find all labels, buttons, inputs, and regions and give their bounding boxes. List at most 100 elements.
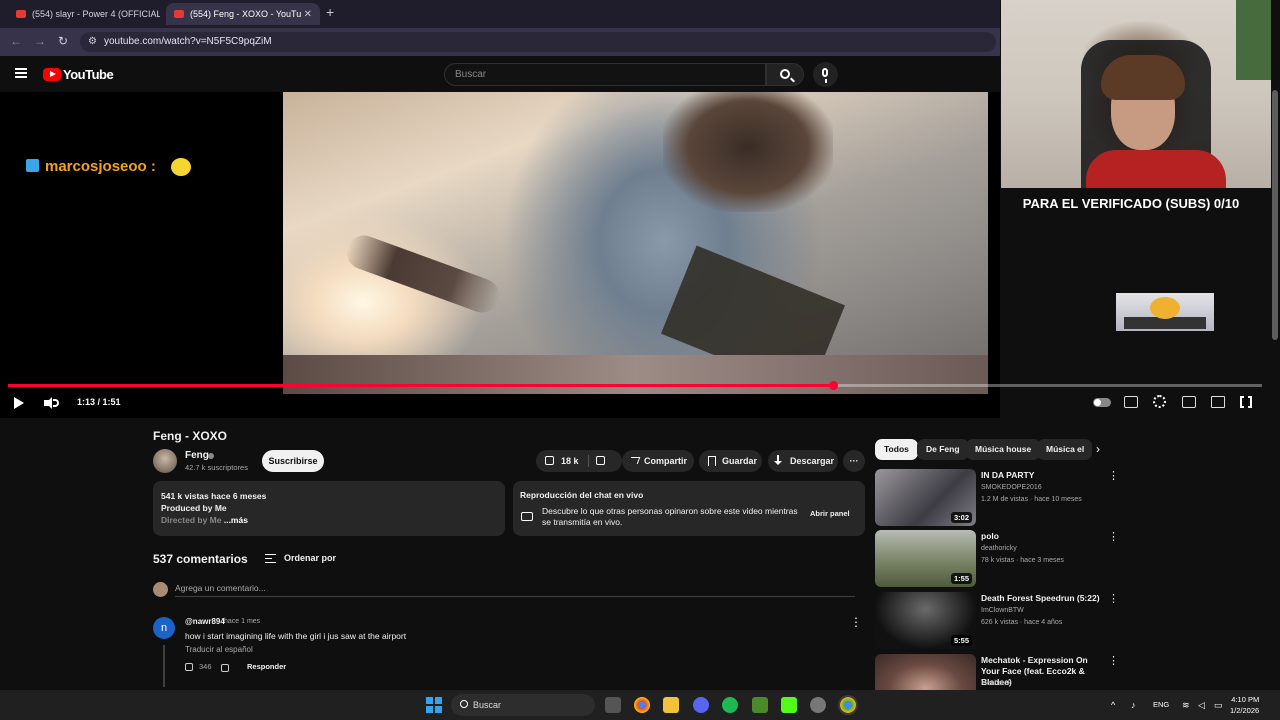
recommended-video[interactable]: 5:55 Death Forest Speedrun (5:22) ImClow…: [875, 592, 1119, 650]
save-button[interactable]: Guardar: [699, 450, 762, 472]
chevron-right-icon[interactable]: ›: [1096, 442, 1100, 456]
recommended-video[interactable]: Mechatok - Expression On Your Face (feat…: [875, 654, 1115, 690]
video-thumbnail[interactable]: 5:55: [875, 592, 976, 649]
minecraft-icon[interactable]: [752, 697, 768, 713]
new-tab-button[interactable]: +: [326, 4, 334, 20]
menu-icon[interactable]: [15, 68, 27, 78]
like-dislike-group[interactable]: 18 k: [536, 450, 622, 472]
taskbar-search[interactable]: Buscar: [451, 694, 595, 716]
video-menu-icon[interactable]: ⋮: [1108, 469, 1119, 482]
autoplay-toggle[interactable]: [1093, 398, 1111, 407]
language-indicator[interactable]: ENG: [1153, 700, 1169, 709]
clock[interactable]: 4:10 PM 1/2/2026: [1230, 694, 1259, 716]
recommended-video[interactable]: 3:02 IN DA PARTY SMOKEDOPE2016 1.2 M de …: [875, 469, 1119, 527]
wifi-icon[interactable]: ≋: [1182, 700, 1190, 711]
save-label: Guardar: [722, 456, 758, 466]
description-box[interactable]: 541 k vistas hace 6 meses Produced by Me…: [153, 481, 505, 536]
theater-mode-icon[interactable]: [1182, 396, 1196, 408]
video-thumbnail[interactable]: 3:02: [875, 469, 976, 526]
tab-title: (554) Feng - XOXO - YouTu: [190, 9, 302, 19]
comment-like-icon[interactable]: [185, 663, 193, 671]
channel-name[interactable]: Feng: [185, 450, 209, 461]
search-input[interactable]: Buscar: [444, 63, 766, 86]
video-menu-icon[interactable]: ⋮: [1108, 654, 1115, 667]
sort-button[interactable]: Ordenar por: [284, 553, 336, 563]
comment-avatar[interactable]: n: [153, 617, 175, 639]
recommended-video[interactable]: 1:55 polo deathoricky 78 k vistas · hace…: [875, 530, 1119, 588]
dislike-icon[interactable]: [596, 456, 605, 465]
kick-icon[interactable]: [781, 697, 797, 713]
comment-dislike-icon[interactable]: [221, 664, 229, 672]
translate-link[interactable]: Traducir al español: [185, 645, 253, 654]
search-button[interactable]: [766, 63, 804, 86]
windows-start-icon[interactable]: [426, 697, 442, 713]
close-tab-icon[interactable]: ✕: [304, 9, 312, 20]
recommended-channel[interactable]: ImClownBTW: [981, 607, 1024, 614]
cast-icon[interactable]: [1211, 396, 1225, 408]
like-icon[interactable]: [545, 456, 554, 465]
settings-gear-icon[interactable]: [1153, 395, 1166, 408]
video-thumbnail[interactable]: [875, 654, 976, 690]
like-count[interactable]: 18 k: [561, 450, 579, 472]
chip-music[interactable]: Música el: [1037, 439, 1092, 460]
comment-time[interactable]: hace 1 mes: [224, 618, 260, 625]
comment-menu-icon[interactable]: ⋮: [850, 615, 862, 629]
overlay-username: marcosjoseoo :: [45, 158, 156, 175]
chevron-up-icon[interactable]: ^: [1111, 700, 1115, 710]
subscribe-button[interactable]: Suscribirse: [262, 450, 324, 472]
open-panel-button[interactable]: Abrir panel: [810, 509, 850, 518]
url-field[interactable]: ⚙ youtube.com/watch?v=N5F5C9pqZiM: [80, 32, 996, 52]
show-more-link[interactable]: ...más: [224, 515, 248, 525]
file-explorer-icon[interactable]: [663, 697, 679, 713]
spotify-icon[interactable]: [722, 697, 738, 713]
video-menu-icon[interactable]: ⋮: [1108, 592, 1119, 605]
battery-icon[interactable]: ▭: [1214, 700, 1223, 711]
browser-tab-bar: (554) slayr - Power 4 (OFFICIAL ✕ (554) …: [0, 0, 1000, 28]
video-menu-icon[interactable]: ⋮: [1108, 530, 1119, 543]
video-thumbnail[interactable]: 1:55: [875, 530, 976, 587]
comment-author[interactable]: @nawr894: [185, 617, 225, 626]
recommended-title[interactable]: Death Forest Speedrun (5:22): [981, 593, 1106, 604]
add-comment-input[interactable]: Agrega un comentario...: [175, 583, 855, 597]
download-button[interactable]: Descargar: [768, 450, 838, 472]
channel-avatar[interactable]: [153, 449, 177, 473]
app-icon[interactable]: [810, 697, 826, 713]
progress-bar[interactable]: [8, 381, 1262, 390]
forward-icon[interactable]: →: [34, 34, 46, 48]
fullscreen-icon[interactable]: [1240, 396, 1252, 408]
back-icon[interactable]: ←: [10, 34, 22, 48]
video-player[interactable]: marcosjoseoo : 1:13 / 1:51: [0, 92, 1262, 418]
chip-all[interactable]: Todos: [875, 439, 918, 460]
sort-icon[interactable]: [265, 554, 276, 563]
browser-tab-active[interactable]: (554) Feng - XOXO - YouTu ✕: [166, 3, 320, 25]
volume-icon[interactable]: [44, 397, 59, 409]
voice-search-button[interactable]: [813, 62, 838, 87]
youtube-logo-text[interactable]: YouTube: [63, 67, 114, 82]
site-info-icon[interactable]: ⚙: [88, 32, 97, 52]
webcam-content: [1101, 55, 1185, 100]
task-view-icon[interactable]: [605, 697, 621, 713]
video-frame[interactable]: [283, 92, 988, 394]
recommended-channel[interactable]: deathoricky: [981, 545, 1017, 552]
recommended-channel[interactable]: SMOKEDOPE2016: [981, 484, 1042, 491]
reply-button[interactable]: Responder: [247, 662, 286, 671]
chrome-icon[interactable]: [838, 695, 858, 715]
recommended-title[interactable]: IN DA PARTY: [981, 470, 1106, 481]
browser-tab[interactable]: (554) slayr - Power 4 (OFFICIAL ✕: [8, 3, 160, 25]
microphone-icon[interactable]: ♪: [1131, 700, 1136, 710]
play-icon[interactable]: [14, 397, 24, 409]
subtitles-icon[interactable]: [1124, 396, 1138, 408]
reload-icon[interactable]: ↻: [58, 34, 68, 48]
share-label: Compartir: [644, 456, 688, 466]
more-actions-button[interactable]: ···: [843, 450, 865, 472]
speaker-icon[interactable]: ◁: [1198, 700, 1205, 711]
youtube-logo-icon[interactable]: [43, 68, 61, 81]
discord-icon[interactable]: [693, 697, 709, 713]
chip-from-channel[interactable]: De Feng: [917, 439, 969, 460]
chrome-icon[interactable]: [634, 697, 650, 713]
share-button[interactable]: Compartir: [622, 450, 694, 472]
recommended-channel[interactable]: mechatok: [981, 680, 1011, 687]
chip-house-music[interactable]: Música house: [966, 439, 1041, 460]
recommended-title[interactable]: polo: [981, 531, 1106, 542]
scrollbar-thumb[interactable]: [1272, 90, 1278, 340]
